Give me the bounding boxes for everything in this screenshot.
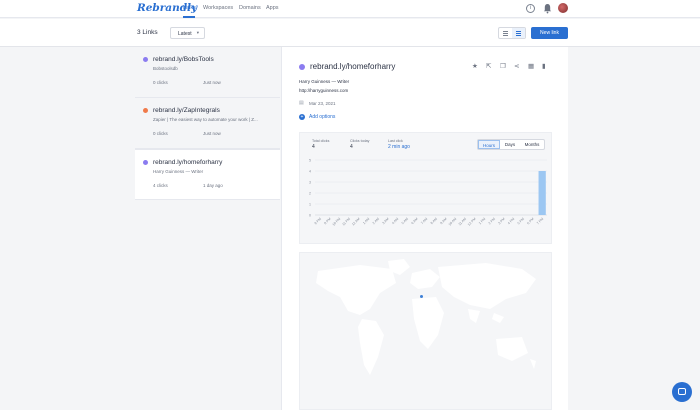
chart-bar[interactable] xyxy=(538,171,546,215)
info-icon[interactable]: i xyxy=(526,4,535,13)
link-subtitle: Harry Guinness — Writer xyxy=(153,169,204,174)
x-tick-label: 7 PM xyxy=(536,217,545,226)
link-clicks: 0 clicks xyxy=(153,131,168,136)
trash-icon[interactable]: ▮ xyxy=(542,62,546,70)
x-tick-label: 3 PM xyxy=(497,217,506,226)
link-clicks: 4 clicks xyxy=(153,183,168,188)
links-toolbar: 3 Links Latest ▾ New link xyxy=(0,19,700,47)
x-tick-label: 12 AM xyxy=(351,217,361,227)
stat-total-clicks: Total clicks 4 xyxy=(312,139,330,150)
y-tick-label: 4 xyxy=(309,169,311,173)
clicks-world-map xyxy=(299,252,552,410)
nav-active-indicator xyxy=(183,16,195,18)
add-options-label: Add options xyxy=(309,114,336,120)
nav-links[interactable]: Links xyxy=(183,5,196,11)
link-favicon-icon xyxy=(299,64,305,70)
link-time: 1 day ago xyxy=(203,183,223,188)
x-tick-label: 8 PM xyxy=(314,217,323,226)
y-tick-label: 3 xyxy=(309,180,311,184)
nav-domains[interactable]: Domains xyxy=(239,5,261,11)
detail-title[interactable]: rebrand.ly/homeforharry xyxy=(310,62,395,71)
x-tick-label: 11 AM xyxy=(458,217,468,227)
list-item[interactable]: rebrand.ly/BobsTools Bobstoolsdb 0 click… xyxy=(135,47,280,98)
x-tick-label: 4 PM xyxy=(507,217,516,226)
clicks-bar-chart: 0123458 PM 9 PM 10 PM 11 PM 12 AM 1 AM 2 AM 3 A… xyxy=(309,158,547,227)
detail-description: Harry Guinness — Writer xyxy=(299,79,350,84)
link-favicon-icon xyxy=(143,108,148,113)
x-tick-label: 5 PM xyxy=(517,217,526,226)
list-item[interactable]: rebrand.ly/ZapIntegrals Zapier | The eas… xyxy=(135,98,280,149)
x-tick-label: 3 AM xyxy=(381,217,389,225)
link-clicks: 0 clicks xyxy=(153,80,168,85)
nav-workspaces[interactable]: Workspaces xyxy=(203,5,233,11)
share-icon[interactable]: ⋖ xyxy=(514,62,519,70)
x-tick-label: 7 AM xyxy=(420,217,428,225)
view-toggle[interactable] xyxy=(498,27,526,39)
x-tick-label: 6 AM xyxy=(410,217,418,225)
x-tick-label: 2 PM xyxy=(488,217,497,226)
support-chat-button[interactable] xyxy=(672,382,692,402)
links-list: rebrand.ly/BobsTools Bobstoolsdb 0 click… xyxy=(135,47,280,200)
list-view-icon[interactable] xyxy=(499,28,512,38)
world-map-graphic xyxy=(316,259,536,375)
x-tick-label: 4 AM xyxy=(391,217,399,225)
link-favicon-icon xyxy=(143,57,148,62)
x-tick-label: 2 AM xyxy=(372,217,380,225)
x-tick-label: 10 AM xyxy=(448,217,458,227)
star-icon[interactable]: ★ xyxy=(472,62,478,70)
chevron-down-icon: ▾ xyxy=(196,30,199,35)
x-tick-label: 8 AM xyxy=(430,217,438,225)
calendar-icon: ▤ xyxy=(299,100,304,106)
qr-code-icon[interactable]: ▦ xyxy=(528,62,534,70)
y-tick-label: 2 xyxy=(309,191,311,195)
add-options-button[interactable]: + Add options xyxy=(299,114,335,120)
link-time: Just now xyxy=(203,131,221,136)
stat-last-click: Last click 2 min ago xyxy=(388,139,410,150)
stat-clicks-today: Clicks today 4 xyxy=(350,139,370,150)
nav-apps[interactable]: Apps xyxy=(266,5,279,11)
bell-icon[interactable] xyxy=(543,3,552,14)
link-title: rebrand.ly/ZapIntegrals xyxy=(153,107,220,114)
link-subtitle: Zapier | The easiest way to automate you… xyxy=(153,117,258,122)
x-tick-label: 6 PM xyxy=(526,217,535,226)
x-tick-label: 11 PM xyxy=(341,217,351,227)
x-tick-label: 10 PM xyxy=(332,217,342,227)
split-view-icon[interactable] xyxy=(512,28,525,38)
y-tick-label: 1 xyxy=(309,202,311,206)
plus-icon: + xyxy=(299,114,305,120)
user-avatar[interactable] xyxy=(558,3,568,13)
tab-days[interactable]: Days xyxy=(500,140,520,149)
tab-months[interactable]: Months xyxy=(520,140,544,149)
list-item[interactable]: rebrand.ly/homeforharry Harry Guinness —… xyxy=(135,149,280,200)
new-link-button[interactable]: New link xyxy=(531,27,568,39)
link-title: rebrand.ly/BobsTools xyxy=(153,56,214,63)
top-navbar: Rebrandly Links Workspaces Domains Apps … xyxy=(0,0,700,18)
link-detail-panel: rebrand.ly/homeforharry ★ ⇱ ❐ ⋖ ▦ ▮ Harr… xyxy=(281,47,568,410)
sort-value: Latest xyxy=(178,31,192,37)
sort-select[interactable]: Latest ▾ xyxy=(170,27,205,39)
x-tick-label: 12 PM xyxy=(467,217,477,227)
clicks-chart-card: Total clicks 4 Clicks today 4 Last click… xyxy=(299,132,552,244)
y-tick-label: 0 xyxy=(309,213,311,217)
tab-hours[interactable]: Hours xyxy=(478,140,500,149)
chat-icon xyxy=(678,388,686,395)
link-time: Just now xyxy=(203,80,221,85)
created-date: Mar 23, 2021 xyxy=(309,101,336,106)
destination-url[interactable]: http://harryguinness.com xyxy=(299,88,348,93)
link-favicon-icon xyxy=(143,160,148,165)
x-tick-label: 1 PM xyxy=(478,217,487,226)
link-subtitle: Bobstoolsdb xyxy=(153,66,178,71)
links-count: 3 Links xyxy=(137,29,158,36)
x-tick-label: 5 AM xyxy=(401,217,409,225)
map-click-marker xyxy=(420,295,423,298)
link-title: rebrand.ly/homeforharry xyxy=(153,159,223,166)
y-tick-label: 5 xyxy=(309,158,311,162)
copy-icon[interactable]: ❐ xyxy=(500,62,506,70)
x-tick-label: 1 AM xyxy=(362,217,370,225)
range-selector: Hours Days Months xyxy=(477,139,545,150)
external-link-icon[interactable]: ⇱ xyxy=(486,62,491,70)
